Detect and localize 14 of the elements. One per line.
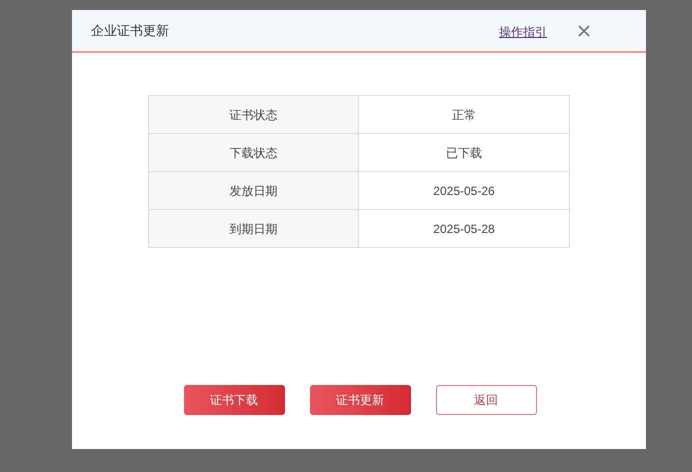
close-icon[interactable] bbox=[578, 24, 590, 36]
label-cell: 证书状态 bbox=[148, 96, 358, 134]
value-cell: 2025-05-26 bbox=[358, 172, 570, 210]
label-cell: 发放日期 bbox=[148, 172, 358, 210]
guide-link[interactable]: 操作指引 bbox=[499, 23, 547, 41]
action-button[interactable]: 证书下载 bbox=[184, 385, 284, 415]
dialog-title: 企业证书更新 bbox=[91, 22, 169, 40]
value-cell: 2025-05-28 bbox=[358, 210, 570, 248]
back-button[interactable]: 返回 bbox=[436, 385, 536, 415]
value-cell: 已下载 bbox=[358, 134, 570, 172]
value-cell: 正常 bbox=[358, 96, 570, 134]
action-button[interactable]: 证书更新 bbox=[310, 385, 410, 415]
label-cell: 到期日期 bbox=[148, 210, 358, 248]
label-cell: 下载状态 bbox=[148, 134, 358, 172]
